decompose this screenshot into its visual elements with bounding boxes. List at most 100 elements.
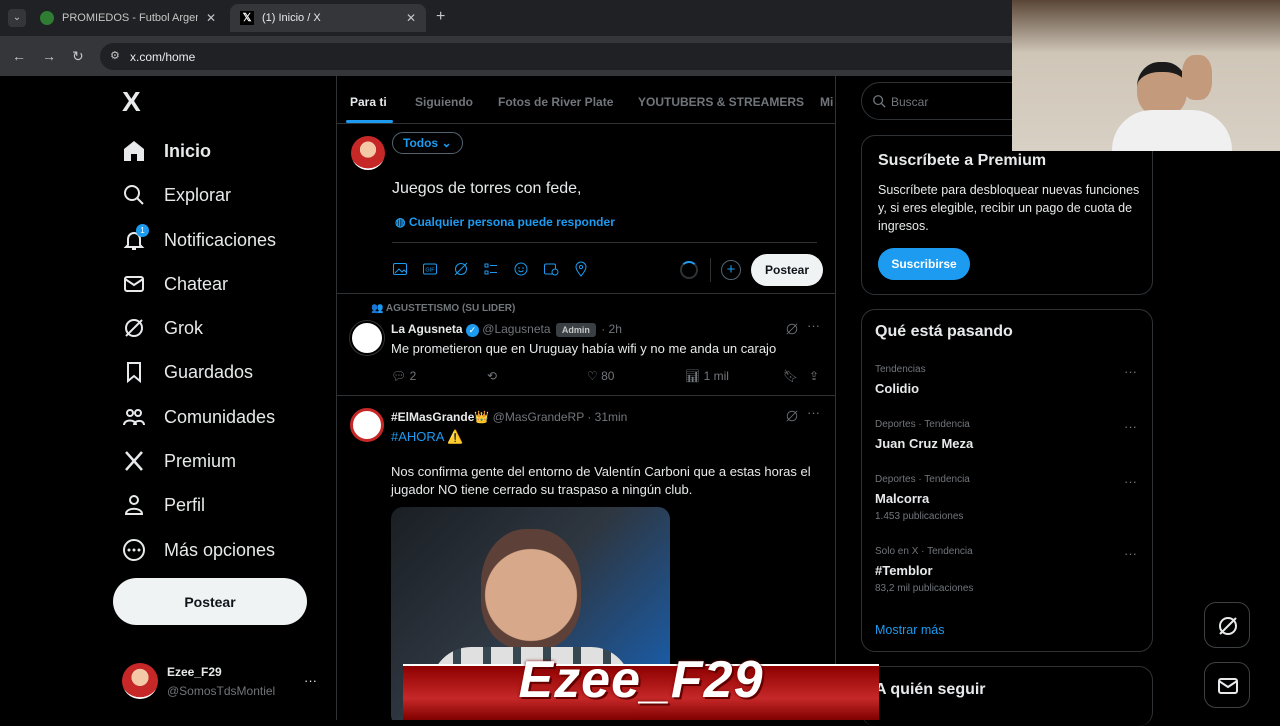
tab-label: PROMIEDOS - Futbol Argentino (62, 12, 198, 24)
trend-count: 1.453 publicaciones (875, 511, 964, 522)
tab-x-home[interactable]: 𝕏 (1) Inicio / X ✕ (230, 4, 426, 32)
share-icon[interactable]: ⇪ (809, 369, 819, 383)
more-icon (123, 539, 145, 561)
avatar[interactable] (350, 321, 384, 355)
sidebar-item-explorar[interactable]: Explorar (122, 180, 231, 210)
tab-label: (1) Inicio / X (262, 12, 321, 24)
context-label: AGUSTETISMO (SU LIDER) (385, 303, 516, 314)
reply-setting[interactable]: ◍ Cualquier persona puede responder (395, 215, 615, 229)
trend-item[interactable]: Juan Cruz Meza (875, 436, 973, 451)
new-tab-button[interactable]: + (436, 8, 445, 26)
tab-para-ti[interactable]: Para ti (350, 95, 387, 109)
composer: Todos ⌄ Juegos de torres con fede, ◍ Cua… (337, 124, 835, 294)
search-icon (873, 95, 886, 108)
home-icon (124, 141, 144, 161)
emoji-icon[interactable] (513, 261, 529, 277)
divider-vertical (710, 258, 711, 282)
trend-more-icon[interactable]: ··· (1124, 546, 1137, 561)
post-time[interactable]: · 31min (587, 410, 627, 424)
tab-search-dropdown[interactable]: ⌄ (8, 9, 26, 27)
account-more-icon[interactable]: ··· (304, 673, 317, 688)
sidebar-post-button[interactable]: Postear (113, 578, 307, 625)
composer-text[interactable]: Juegos de torres con fede, (392, 180, 581, 198)
author-name[interactable]: #ElMasGrande👑 (391, 410, 489, 424)
trend-more-icon[interactable]: ··· (1124, 474, 1137, 489)
sidebar-item-guardados[interactable]: Guardados (122, 357, 253, 387)
timeline-column: Para ti Siguiendo Fotos de River Plate Y… (336, 76, 836, 720)
grok-floating-button[interactable] (1204, 602, 1250, 648)
post-time[interactable]: · 2h (601, 322, 622, 336)
sidebar-item-chatear[interactable]: Chatear (122, 269, 228, 299)
back-icon[interactable]: ← (12, 48, 26, 64)
close-tab-icon[interactable]: ✕ (206, 11, 216, 25)
sidebar-item-mas-opciones[interactable]: Más opciones (122, 535, 275, 565)
trend-item[interactable]: Malcorra (875, 491, 929, 506)
notification-badge: 1 (136, 224, 149, 237)
globe-icon: ◍ (395, 215, 409, 229)
reply-setting-label: Cualquier persona puede responder (408, 215, 615, 229)
hashtag-link[interactable]: #AHORA ⚠️ (391, 429, 464, 445)
poll-icon[interactable] (483, 261, 499, 277)
trend-more-icon[interactable]: ··· (1124, 419, 1137, 434)
grok-icon[interactable] (785, 322, 799, 336)
tab-mi[interactable]: Mi (820, 95, 833, 109)
show-more-link[interactable]: Mostrar más (875, 623, 944, 637)
sidebar-item-label: Notificaciones (164, 229, 277, 250)
composer-avatar (351, 136, 385, 170)
sidebar-item-inicio[interactable]: Inicio (122, 136, 211, 166)
gif-icon[interactable]: GIF (422, 261, 438, 277)
forward-icon[interactable]: → (42, 48, 56, 64)
author-handle[interactable]: @Lagusneta (482, 322, 550, 336)
add-post-icon[interactable]: + (721, 260, 741, 280)
image-icon[interactable] (392, 261, 408, 277)
tab-promiedos[interactable]: PROMIEDOS - Futbol Argentino ✕ (30, 4, 226, 32)
bookmark-icon[interactable]: 🔖︎ (783, 369, 798, 383)
reload-icon[interactable]: ↻ (72, 48, 84, 65)
tab-siguiendo[interactable]: Siguiendo (415, 95, 473, 109)
schedule-icon[interactable] (543, 261, 559, 277)
composer-post-button[interactable]: Postear (751, 254, 823, 286)
sidebar-item-comunidades[interactable]: Comunidades (122, 402, 275, 432)
account-handle: @SomosTdsMontiel (167, 684, 276, 698)
heart-icon: ♡ (587, 369, 602, 383)
webcam-raised-hand (1182, 55, 1212, 100)
author-name[interactable]: La Agusneta (391, 322, 463, 336)
sidebar-item-label: Comunidades (164, 406, 276, 427)
close-tab-icon[interactable]: ✕ (406, 11, 416, 25)
repost-icon[interactable]: ⟲ (487, 369, 497, 383)
sidebar-item-grok[interactable]: Grok (122, 313, 203, 343)
subscribe-button[interactable]: Suscribirse (878, 248, 970, 280)
trend-item[interactable]: Colidio (875, 381, 919, 396)
premium-text: Suscríbete para desbloquear nuevas funci… (878, 183, 1140, 233)
account-switcher[interactable]: Ezee_F29 @SomosTdsMontiel ··· (122, 661, 322, 703)
tab-fotos-river[interactable]: Fotos de River Plate (498, 95, 613, 109)
sidebar-item-perfil[interactable]: Perfil (122, 490, 205, 520)
grok-icon[interactable] (785, 409, 799, 423)
trend-more-icon[interactable]: ··· (1124, 364, 1137, 379)
avatar[interactable] (350, 408, 384, 442)
author-handle[interactable]: @MasGrandeRP (493, 410, 584, 424)
sidebar-item-notificaciones[interactable]: 1 Notificaciones (122, 224, 277, 255)
sidebar-item-premium[interactable]: Premium (122, 446, 236, 476)
mail-icon (124, 276, 144, 292)
post-card[interactable]: 👥 AGUSTETISMO (SU LIDER) La Agusneta ✓ @… (337, 294, 835, 396)
messages-floating-button[interactable] (1204, 662, 1250, 708)
post-more-icon[interactable]: ··· (807, 318, 820, 333)
trend-item[interactable]: #Temblor (875, 563, 933, 578)
like-button[interactable]: ♡ 80 (587, 369, 614, 383)
grok-icon[interactable] (453, 261, 469, 277)
webcam-person-head (1137, 62, 1187, 117)
svg-text:GIF: GIF (425, 268, 435, 274)
x-logo[interactable]: X (122, 86, 141, 118)
audience-selector[interactable]: Todos ⌄ (392, 132, 463, 154)
site-info-icon[interactable]: ⚙ (110, 49, 120, 62)
sidebar-item-label: Premium (164, 450, 237, 471)
reply-button[interactable]: 💬︎ 2 (391, 369, 416, 383)
premium-panel: Suscríbete a Premium Suscríbete para des… (861, 135, 1153, 295)
x-favicon-icon: 𝕏 (240, 11, 254, 25)
tab-youtubers[interactable]: YOUTUBERS & STREAMERS (638, 95, 804, 109)
like-count: 80 (601, 369, 615, 383)
location-icon[interactable] (573, 261, 589, 277)
views-button[interactable]: 📊︎ 1 mil (685, 369, 729, 383)
post-more-icon[interactable]: ··· (807, 405, 820, 420)
